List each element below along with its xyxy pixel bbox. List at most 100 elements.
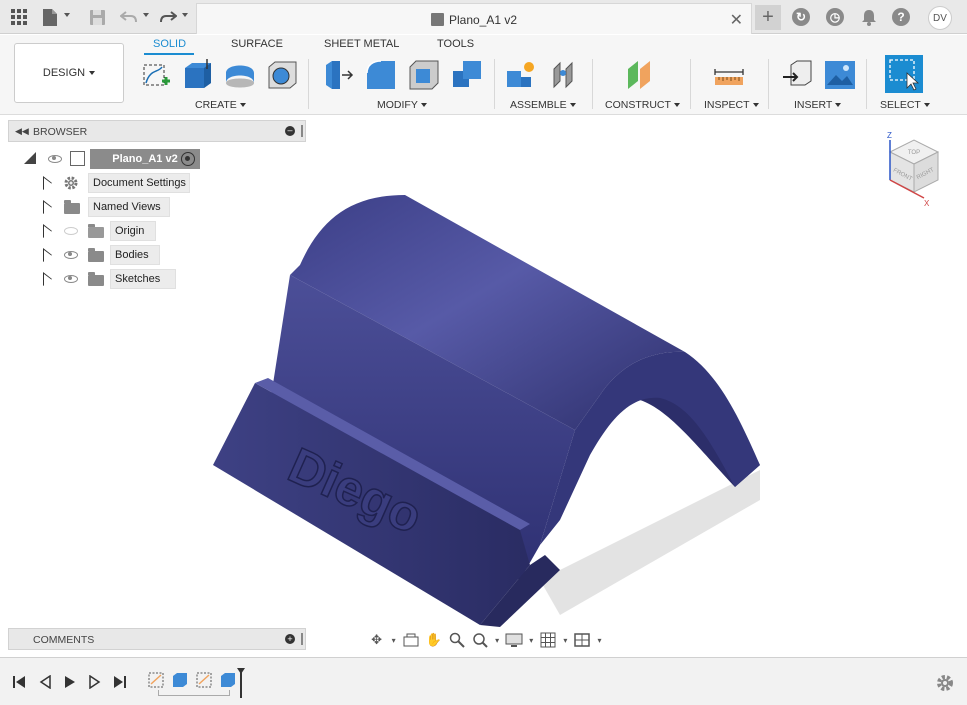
chevron-down-icon[interactable]: ▾	[562, 630, 569, 650]
app-grid-icon[interactable]	[9, 7, 29, 27]
shell-icon[interactable]	[408, 59, 440, 91]
zoom-window-icon[interactable]	[471, 630, 490, 650]
file-menu-caret-icon[interactable]	[64, 13, 70, 17]
select-icon[interactable]	[885, 55, 923, 93]
svg-text:X: X	[924, 199, 930, 208]
toolbar-divider	[592, 59, 593, 109]
expand-triangle-icon[interactable]	[43, 272, 52, 286]
tree-item-named-views[interactable]: Named Views	[40, 197, 200, 217]
chevron-down-icon[interactable]: ▾	[596, 630, 603, 650]
toolbar-divider	[866, 59, 867, 109]
combine-icon[interactable]	[451, 59, 483, 91]
tab-solid[interactable]: SOLID	[153, 38, 186, 50]
play-icon[interactable]	[62, 674, 78, 690]
undo-caret-icon[interactable]	[143, 13, 149, 17]
revolve-icon[interactable]	[224, 59, 256, 91]
toolbar-divider	[494, 59, 495, 109]
eye-icon[interactable]	[64, 275, 78, 283]
expand-triangle-icon[interactable]	[43, 248, 52, 262]
fillet-icon[interactable]	[365, 59, 397, 91]
insert-derive-icon[interactable]	[781, 59, 813, 91]
orbit-icon[interactable]: ✥	[367, 630, 386, 650]
go-to-end-icon[interactable]	[112, 674, 128, 690]
extrude-icon[interactable]	[182, 59, 214, 91]
create-menu[interactable]: CREATE	[195, 99, 246, 111]
tree-item-document-settings[interactable]: Document Settings	[40, 173, 200, 193]
extensions-icon[interactable]: ↻	[792, 8, 810, 26]
hole-icon[interactable]	[266, 59, 298, 91]
collapse-browser-icon[interactable]: ◀◀	[15, 126, 29, 137]
measure-icon[interactable]	[713, 59, 745, 91]
construct-menu[interactable]: CONSTRUCT	[605, 99, 680, 111]
browser-panel-header[interactable]: ◀◀ BROWSER –	[8, 120, 306, 142]
joint-icon[interactable]	[548, 59, 580, 91]
eye-icon[interactable]	[64, 251, 78, 259]
redo-caret-icon[interactable]	[182, 13, 188, 17]
document-cube-icon	[430, 13, 444, 26]
timeline-sketch-feature-icon[interactable]	[196, 672, 212, 688]
insert-canvas-icon[interactable]	[824, 59, 856, 91]
file-menu-icon[interactable]	[40, 7, 60, 27]
modify-menu[interactable]: MODIFY	[377, 99, 427, 111]
select-menu[interactable]: SELECT	[880, 99, 930, 111]
new-component-icon[interactable]	[505, 59, 537, 91]
view-cube[interactable]: TOP FRONT RIGHT Z X	[882, 130, 948, 210]
notifications-bell-icon[interactable]	[859, 7, 879, 27]
panel-grip-icon[interactable]	[301, 125, 303, 137]
go-to-start-icon[interactable]	[11, 674, 27, 690]
chevron-down-icon[interactable]: ▾	[390, 630, 397, 650]
expand-triangle-icon[interactable]	[43, 176, 52, 190]
sketches-label: Sketches	[110, 269, 176, 289]
assemble-menu[interactable]: ASSEMBLE	[510, 99, 576, 111]
insert-menu[interactable]: INSERT	[794, 99, 842, 111]
root-eye-icon[interactable]	[48, 155, 62, 163]
job-status-icon[interactable]: ◷	[826, 8, 844, 26]
panel-grip-icon[interactable]	[301, 633, 303, 645]
press-pull-icon[interactable]	[322, 59, 354, 91]
inspect-menu[interactable]: INSPECT	[704, 99, 759, 111]
chevron-down-icon[interactable]: ▾	[494, 630, 501, 650]
tab-surface[interactable]: SURFACE	[231, 38, 283, 50]
pan-hand-icon[interactable]: ✋	[424, 630, 443, 650]
tab-sheet-metal[interactable]: SHEET METAL	[324, 38, 399, 50]
timeline-marker-handle[interactable]	[237, 668, 245, 698]
tree-item-origin[interactable]: Origin	[40, 221, 200, 241]
redo-icon[interactable]	[158, 7, 178, 27]
workspace-switcher-button[interactable]: DESIGN	[14, 43, 124, 103]
step-back-icon[interactable]	[37, 674, 53, 690]
look-at-icon[interactable]	[401, 630, 420, 650]
activate-radio-icon[interactable]	[181, 152, 195, 166]
save-icon[interactable]	[87, 7, 107, 27]
svg-text:TOP: TOP	[908, 150, 920, 156]
help-icon[interactable]: ?	[892, 8, 910, 26]
timeline-extrude-feature-icon[interactable]	[220, 672, 236, 688]
add-comment-icon[interactable]: +	[285, 634, 295, 644]
timeline-sketch-feature-icon[interactable]	[148, 672, 164, 688]
create-sketch-icon[interactable]	[140, 59, 172, 91]
document-tab[interactable]: Plano_A1 v2 ✕	[196, 3, 752, 34]
expand-triangle-icon[interactable]	[43, 200, 52, 214]
timeline-settings-gear-icon[interactable]	[935, 673, 955, 693]
expanded-triangle-icon[interactable]	[24, 152, 36, 164]
expand-triangle-icon[interactable]	[43, 224, 52, 238]
tree-item-bodies[interactable]: Bodies	[40, 245, 200, 265]
user-avatar[interactable]: DV	[928, 6, 952, 30]
chevron-down-icon[interactable]: ▾	[528, 630, 535, 650]
display-settings-icon[interactable]	[505, 630, 524, 650]
offset-plane-icon[interactable]	[624, 59, 656, 91]
zoom-icon[interactable]	[447, 630, 466, 650]
new-tab-button[interactable]: +	[755, 5, 781, 30]
close-tab-icon[interactable]: ✕	[730, 10, 743, 30]
undo-icon[interactable]	[119, 7, 139, 27]
step-forward-icon[interactable]	[87, 674, 103, 690]
comments-panel-header[interactable]: COMMENTS +	[8, 628, 306, 650]
minimize-browser-icon[interactable]: –	[285, 126, 295, 136]
viewports-icon[interactable]	[573, 630, 592, 650]
tab-tools[interactable]: TOOLS	[437, 38, 474, 50]
tree-item-sketches[interactable]: Sketches	[40, 269, 200, 289]
timeline-extrude-feature-icon[interactable]	[172, 672, 188, 688]
hidden-eye-icon[interactable]	[64, 227, 78, 235]
grid-settings-icon[interactable]	[539, 630, 558, 650]
root-component-icon	[70, 151, 85, 166]
tree-root-row[interactable]: Plano_A1 v2	[22, 149, 202, 169]
